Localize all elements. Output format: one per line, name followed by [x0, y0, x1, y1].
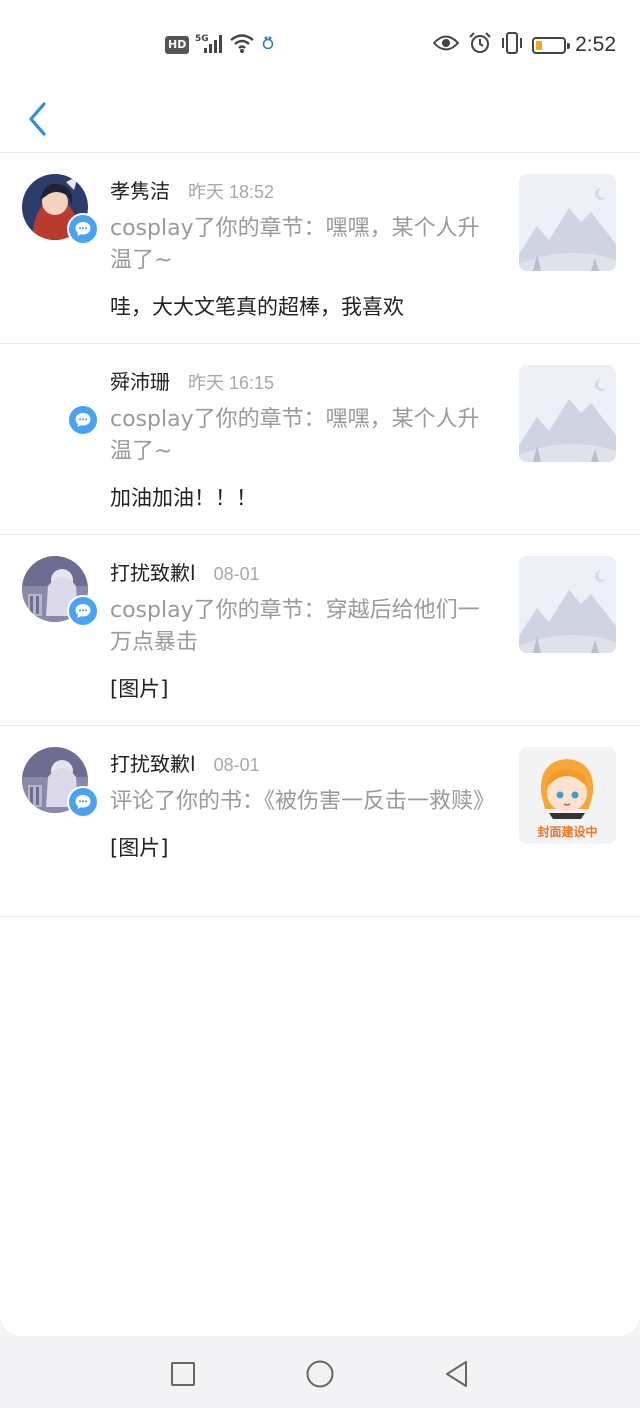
alarm-icon	[468, 31, 492, 59]
comment-text: 哇，大大文笔真的超棒，我喜欢	[110, 295, 404, 319]
status-bar: HD 5G 2:52	[0, 0, 640, 90]
notification-content: 打扰致歉l 08-01 评论了你的书：《被伤害一反击一救赎》 [图片]	[110, 748, 500, 863]
chevron-left-icon	[29, 102, 46, 136]
recent-apps-button[interactable]	[165, 1356, 201, 1392]
activity-description: cosplay了你的章节：嘿嘿，某个人升温了~	[110, 216, 480, 273]
notification-item[interactable]: 打扰致歉l 08-01 评论了你的书：《被伤害一反击一救赎》 [图片] 封面建设中	[0, 726, 640, 917]
chat-bubble-icon	[67, 595, 99, 627]
timestamp: 08-01	[213, 564, 260, 584]
activity-description: 评论了你的书：《被伤害一反击一救赎》	[110, 789, 496, 814]
top-navbar	[0, 90, 640, 153]
svg-text:5G: 5G	[195, 34, 209, 44]
chapter-thumbnail[interactable]	[519, 365, 616, 462]
timestamp: 08-01	[213, 755, 260, 775]
chat-bubble-icon	[67, 213, 99, 245]
home-button[interactable]	[302, 1356, 338, 1392]
screen: HD 5G 2:52 孝隽洁 昨天 18:52 cosplay了你的章节：嘿嘿，…	[0, 0, 640, 1336]
activity-description: cosplay了你的章节：穿越后给他们一万点暴击	[110, 598, 480, 655]
system-back-button[interactable]	[438, 1356, 474, 1392]
square-icon	[171, 1362, 195, 1386]
battery-icon	[532, 36, 571, 54]
notification-content: 舜沛珊 昨天 16:15 cosplay了你的章节：嘿嘿，某个人升温了~ 加油加油！！…	[110, 366, 500, 513]
eye-icon	[432, 34, 460, 56]
status-left: HD 5G	[165, 32, 275, 58]
book-cover-thumbnail[interactable]: 封面建设中	[519, 747, 616, 844]
chat-bubble-icon	[67, 404, 99, 436]
notification-item[interactable]: 孝隽洁 昨天 18:52 cosplay了你的章节：嘿嘿，某个人升温了~ 哇，大大文笔…	[0, 153, 640, 344]
user-name[interactable]: 舜沛珊	[110, 366, 170, 395]
battery-level	[536, 40, 542, 50]
vibrate-icon	[501, 31, 523, 59]
system-nav-bar	[0, 1336, 640, 1408]
status-time: 2:52	[575, 33, 616, 56]
hd-badge: HD	[165, 36, 190, 54]
chat-bubble-icon	[67, 786, 99, 818]
timestamp: 昨天 16:15	[188, 373, 275, 393]
notification-list: 孝隽洁 昨天 18:52 cosplay了你的章节：嘿嘿，某个人升温了~ 哇，大大文笔…	[0, 153, 640, 917]
timestamp: 昨天 18:52	[188, 182, 275, 202]
user-name[interactable]: 打扰致歉l	[110, 557, 196, 586]
back-button[interactable]	[18, 96, 58, 142]
comment-text: 加油加油！！！	[110, 486, 257, 510]
app-notification-icon	[261, 35, 275, 55]
status-right: 2:52	[432, 30, 616, 60]
triangle-back-icon	[446, 1361, 467, 1387]
chapter-thumbnail[interactable]	[519, 556, 616, 653]
signal-icon: 5G	[195, 32, 223, 58]
notification-content: 孝隽洁 昨天 18:52 cosplay了你的章节：嘿嘿，某个人升温了~ 哇，大大文笔…	[110, 175, 500, 322]
chapter-thumbnail[interactable]	[519, 174, 616, 271]
user-name[interactable]: 孝隽洁	[110, 175, 170, 204]
circle-icon	[306, 1360, 334, 1388]
user-name[interactable]: 打扰致歉l	[110, 748, 196, 777]
comment-text: [图片]	[110, 677, 169, 701]
cover-placeholder-text: 封面建设中	[537, 825, 598, 839]
notification-item[interactable]: 舜沛珊 昨天 16:15 cosplay了你的章节：嘿嘿，某个人升温了~ 加油加油！！…	[0, 344, 640, 535]
comment-text: [图片]	[110, 836, 169, 860]
activity-description: cosplay了你的章节：嘿嘿，某个人升温了~	[110, 407, 480, 464]
notification-item[interactable]: 打扰致歉l 08-01 cosplay了你的章节：穿越后给他们一万点暴击 [图片]	[0, 535, 640, 726]
notification-content: 打扰致歉l 08-01 cosplay了你的章节：穿越后给他们一万点暴击 [图片]	[110, 557, 500, 704]
wifi-icon	[229, 32, 255, 58]
